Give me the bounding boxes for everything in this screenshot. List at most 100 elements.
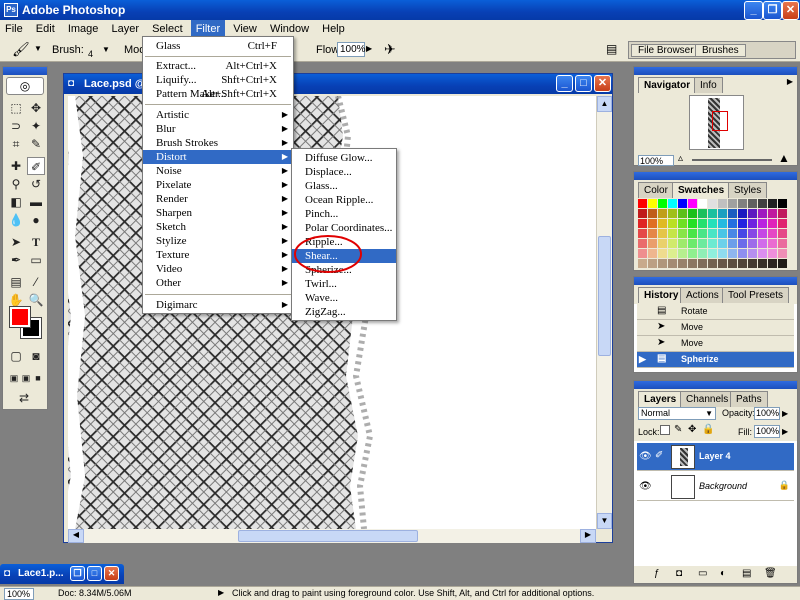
color-swatch[interactable] [668,209,677,218]
color-swatch[interactable] [678,209,687,218]
color-swatch[interactable] [648,259,657,268]
color-swatch[interactable] [768,239,777,248]
color-swatch[interactable] [678,229,687,238]
menu-file[interactable]: File [0,20,28,38]
color-swatch[interactable] [738,199,747,208]
dodge-tool-icon[interactable]: ● [27,211,45,229]
color-swatch[interactable] [708,239,717,248]
standard-mode-icon[interactable]: ▢ [7,347,25,365]
shape-tool-icon[interactable]: ▭ [27,251,45,269]
eye-icon[interactable]: 👁 [639,451,652,462]
color-swatch[interactable] [688,219,697,228]
distort-glass[interactable]: Glass... [292,179,396,193]
slice-tool-icon[interactable]: ✎ [27,135,45,153]
distort-wave[interactable]: Wave... [292,291,396,305]
tab-info[interactable]: Info [694,77,723,93]
filter-video[interactable]: Video ▶ [143,262,293,276]
filter-liquify[interactable]: Liquify... Shft+Ctrl+X [143,73,293,87]
color-swatch[interactable] [718,229,727,238]
minimize-button[interactable]: _ [744,1,763,20]
color-swatch[interactable] [718,219,727,228]
color-swatch[interactable] [638,249,647,258]
brush-link-icon[interactable]: ✐ [655,450,663,461]
color-swatch[interactable] [708,199,717,208]
lock-transparency-icon[interactable] [660,425,670,435]
minimized-maximize-button[interactable]: □ [87,566,102,581]
filter-stylize[interactable]: Stylize ▶ [143,234,293,248]
color-swatch[interactable] [688,229,697,238]
navigator-preview[interactable] [689,95,744,150]
color-swatch[interactable] [648,239,657,248]
clone-stamp-tool-icon[interactable]: ⚲ [7,175,25,193]
filter-texture[interactable]: Texture ▶ [143,248,293,262]
filter-sketch[interactable]: Sketch ▶ [143,220,293,234]
blur-tool-icon[interactable]: 💧 [7,211,25,229]
distort-pinch[interactable]: Pinch... [292,207,396,221]
tab-layers[interactable]: Layers [638,391,683,407]
fill-input[interactable]: 100% [754,425,780,438]
brush-size-picker[interactable]: 4 ▼ [82,40,112,60]
airbrush-icon[interactable]: ✈ [384,41,396,58]
eraser-tool-icon[interactable]: ◧ [7,193,25,211]
distort-diffuse-glow[interactable]: Diffuse Glow... [292,151,396,165]
color-swatch[interactable] [678,259,687,268]
filter-pattern-maker[interactable]: Pattern Maker... Alt+Shft+Ctrl+X [143,87,293,101]
color-swatch[interactable] [718,249,727,258]
color-swatch[interactable] [658,229,667,238]
color-swatch[interactable] [698,239,707,248]
brush-tool-icon[interactable]: 🖌 [12,41,30,58]
magic-wand-tool-icon[interactable]: ✦ [27,117,45,135]
opacity-arrow-icon[interactable]: ▶ [782,409,788,418]
color-swatch[interactable] [708,209,717,218]
horizontal-scrollbar[interactable]: ◀ ▶ [68,529,596,543]
navigator-title-bar[interactable] [634,67,797,75]
filter-render[interactable]: Render ▶ [143,192,293,206]
tab-history[interactable]: History [638,287,685,303]
scroll-right-icon[interactable]: ▶ [580,529,596,543]
navigator-zoom-slider[interactable] [692,159,772,161]
filter-distort[interactable]: Distort ▶ [143,150,293,164]
crop-tool-icon[interactable]: ⌗ [7,135,25,153]
screen-mode-full-icon[interactable]: ■ [29,369,47,387]
horizontal-scroll-thumb[interactable] [238,530,418,542]
color-swatch[interactable] [668,219,677,228]
eye-icon[interactable]: 👁 [639,481,652,492]
color-swatch[interactable] [768,209,777,218]
tab-styles[interactable]: Styles [728,182,768,198]
layer-row-background[interactable]: 👁 Background 🔒 [637,473,794,501]
filter-artistic[interactable]: Artistic ▶ [143,108,293,122]
color-swatch[interactable] [778,219,787,228]
brush-tool-icon[interactable]: ✐ [27,157,45,175]
vertical-scrollbar[interactable]: ▲ ▼ [596,96,612,529]
distort-twirl[interactable]: Twirl... [292,277,396,291]
trash-icon[interactable]: 🗑 [764,568,777,579]
color-swatch[interactable] [658,199,667,208]
color-swatch[interactable] [728,219,737,228]
color-swatch[interactable] [648,249,657,258]
color-swatch[interactable] [718,259,727,268]
color-swatch[interactable] [768,199,777,208]
color-swatch[interactable] [758,239,767,248]
status-zoom-field[interactable]: 100% [4,588,34,600]
zoom-in-icon[interactable]: ▲ [778,151,790,165]
filter-digimarc[interactable]: Digimarc ▶ [143,298,293,312]
color-swatch[interactable] [738,209,747,218]
color-swatch[interactable] [708,249,717,258]
color-swatch[interactable] [748,259,757,268]
color-swatch[interactable] [748,239,757,248]
distort-ocean-ripple[interactable]: Ocean Ripple... [292,193,396,207]
scroll-up-icon[interactable]: ▲ [597,96,612,112]
color-swatch[interactable] [738,219,747,228]
color-swatch[interactable] [698,199,707,208]
zoom-out-icon[interactable]: ▵ [678,153,683,164]
color-swatch[interactable] [648,199,657,208]
pen-tool-icon[interactable]: ✒ [7,251,25,269]
minimized-close-button[interactable]: ✕ [104,566,119,581]
color-swatch[interactable] [768,259,777,268]
minimized-document[interactable]: ◘ Lace1.p... ❐ □ ✕ [0,564,124,584]
color-swatch[interactable] [728,199,737,208]
minimized-restore-button[interactable]: ❐ [70,566,85,581]
color-swatch[interactable] [778,199,787,208]
color-swatch[interactable] [648,209,657,218]
color-swatch[interactable] [668,249,677,258]
